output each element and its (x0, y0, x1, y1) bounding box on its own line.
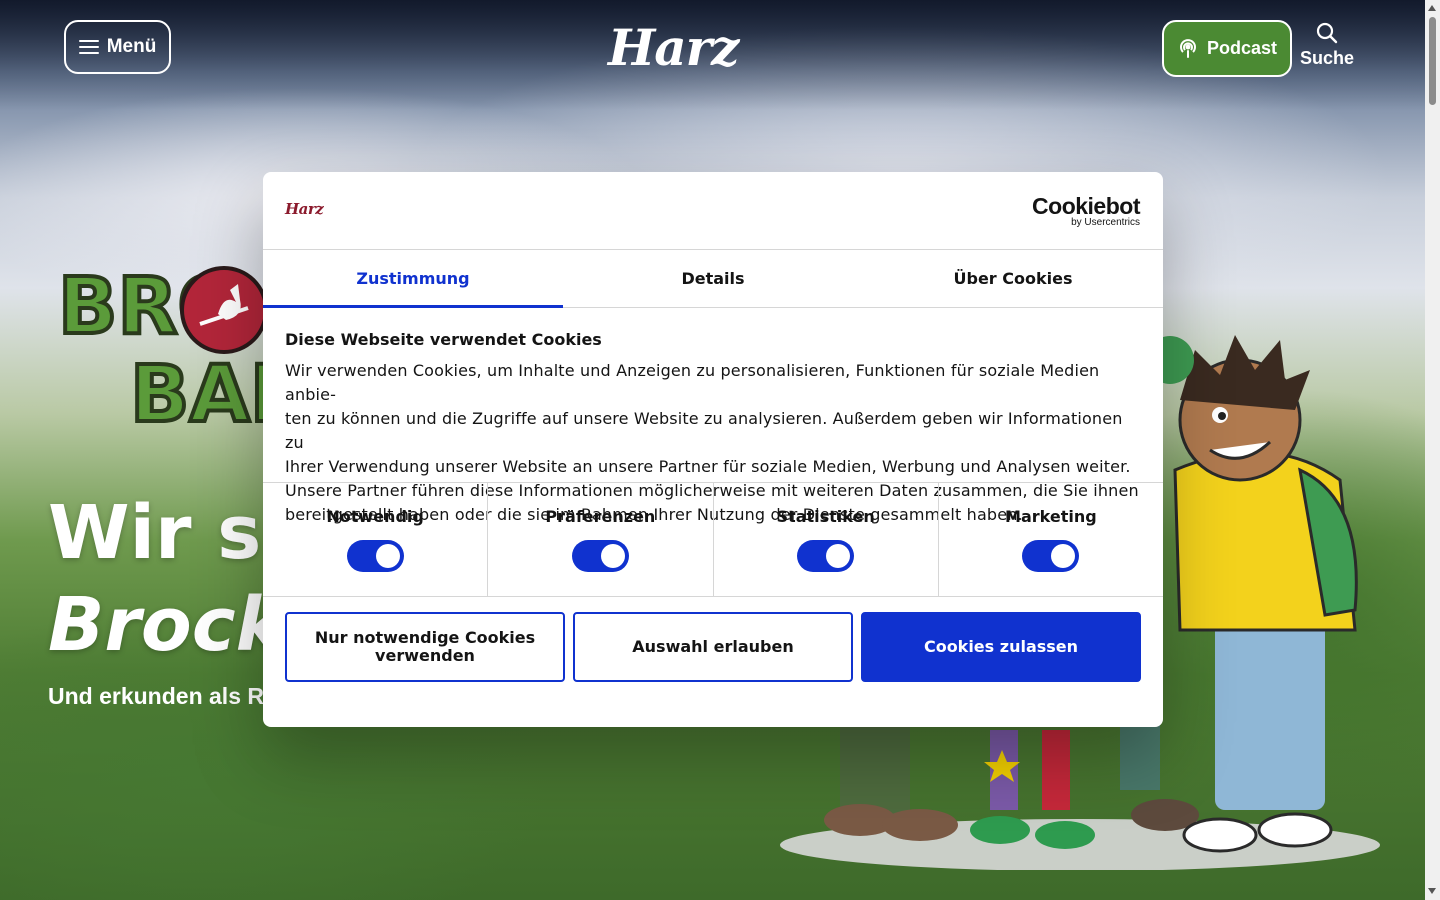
toggle-praeferenzen[interactable] (571, 540, 629, 572)
allow-all-cookies-button[interactable]: Cookies zulassen (861, 612, 1141, 682)
cookiebot-name: Cookiebot (1032, 193, 1140, 219)
scroll-down-arrow-icon[interactable] (1428, 888, 1436, 894)
scroll-up-arrow-icon[interactable] (1428, 5, 1436, 11)
podcast-label: Podcast (1206, 38, 1278, 58)
podcast-icon (1180, 38, 1196, 58)
consent-header: Harz Cookiebot by Usercentrics (263, 172, 1163, 250)
hero-subtitle: Und erkunden als R (48, 683, 264, 709)
menu-button[interactable]: Menü (64, 20, 171, 74)
site-logo[interactable]: Harz (608, 18, 739, 77)
category-praeferenzen: Präferenzen (488, 483, 714, 596)
tab-zustimmung[interactable]: Zustimmung (263, 250, 563, 308)
search-label: Suche (1299, 48, 1355, 68)
podcast-button[interactable]: Podcast (1162, 20, 1292, 77)
page-scrollbar[interactable] (1425, 0, 1440, 900)
category-label: Marketing (1005, 507, 1097, 526)
witch-badge-icon (180, 266, 268, 354)
consent-categories: Notwendig Präferenzen Statistiken Market… (263, 483, 1163, 597)
category-label: Statistiken (776, 507, 875, 526)
necessary-only-label-line1: Nur notwendige Cookies (314, 628, 536, 647)
cookiebot-logo: Cookiebot by Usercentrics (1032, 194, 1140, 228)
category-label: Präferenzen (545, 507, 656, 526)
toggle-statistiken[interactable] (797, 540, 855, 572)
allow-selection-button[interactable]: Auswahl erlauben (573, 612, 853, 682)
toggle-marketing[interactable] (1022, 540, 1080, 572)
consent-text-line: Ihrer Verwendung unserer Website an unse… (285, 457, 1131, 476)
category-marketing: Marketing (939, 483, 1163, 596)
hero-title-line1: Wir si (48, 490, 287, 576)
consent-site-logo: Harz (285, 200, 324, 218)
category-notwendig: Notwendig (263, 483, 489, 596)
brocken-bande-logo: BRO BAN (56, 260, 317, 457)
tab-ueber-cookies[interactable]: Über Cookies (863, 250, 1163, 307)
category-statistiken: Statistiken (714, 483, 939, 596)
necessary-only-label-line2: verwenden (375, 646, 475, 665)
cookiebot-sub: by Usercentrics (1071, 217, 1140, 228)
search-icon (1316, 22, 1338, 44)
tab-details[interactable]: Details (563, 250, 863, 307)
necessary-only-label: Nur notwendige Cookies verwenden (315, 629, 535, 665)
consent-body: Diese Webseite verwendet Cookies Wir ver… (263, 308, 1163, 524)
consent-heading: Diese Webseite verwendet Cookies (285, 330, 602, 349)
consent-actions: Nur notwendige Cookies verwenden Auswahl… (263, 597, 1163, 682)
consent-text-line: Wir verwenden Cookies, um Inhalte und An… (285, 361, 1100, 404)
hamburger-icon (78, 40, 99, 54)
menu-label: Menü (106, 36, 157, 57)
category-label: Notwendig (326, 507, 424, 526)
consent-tabs: Zustimmung Details Über Cookies (263, 250, 1163, 308)
necessary-only-button[interactable]: Nur notwendige Cookies verwenden (285, 612, 565, 682)
hero-title-line2: Brock (48, 582, 285, 668)
toggle-notwendig[interactable] (346, 540, 404, 572)
search-button[interactable]: Suche (1298, 22, 1356, 69)
cookie-consent-dialog: Harz Cookiebot by Usercentrics Zustimmun… (263, 172, 1163, 727)
scroll-thumb[interactable] (1429, 17, 1436, 105)
consent-text-line: ten zu können und die Zugriffe auf unser… (285, 409, 1123, 452)
